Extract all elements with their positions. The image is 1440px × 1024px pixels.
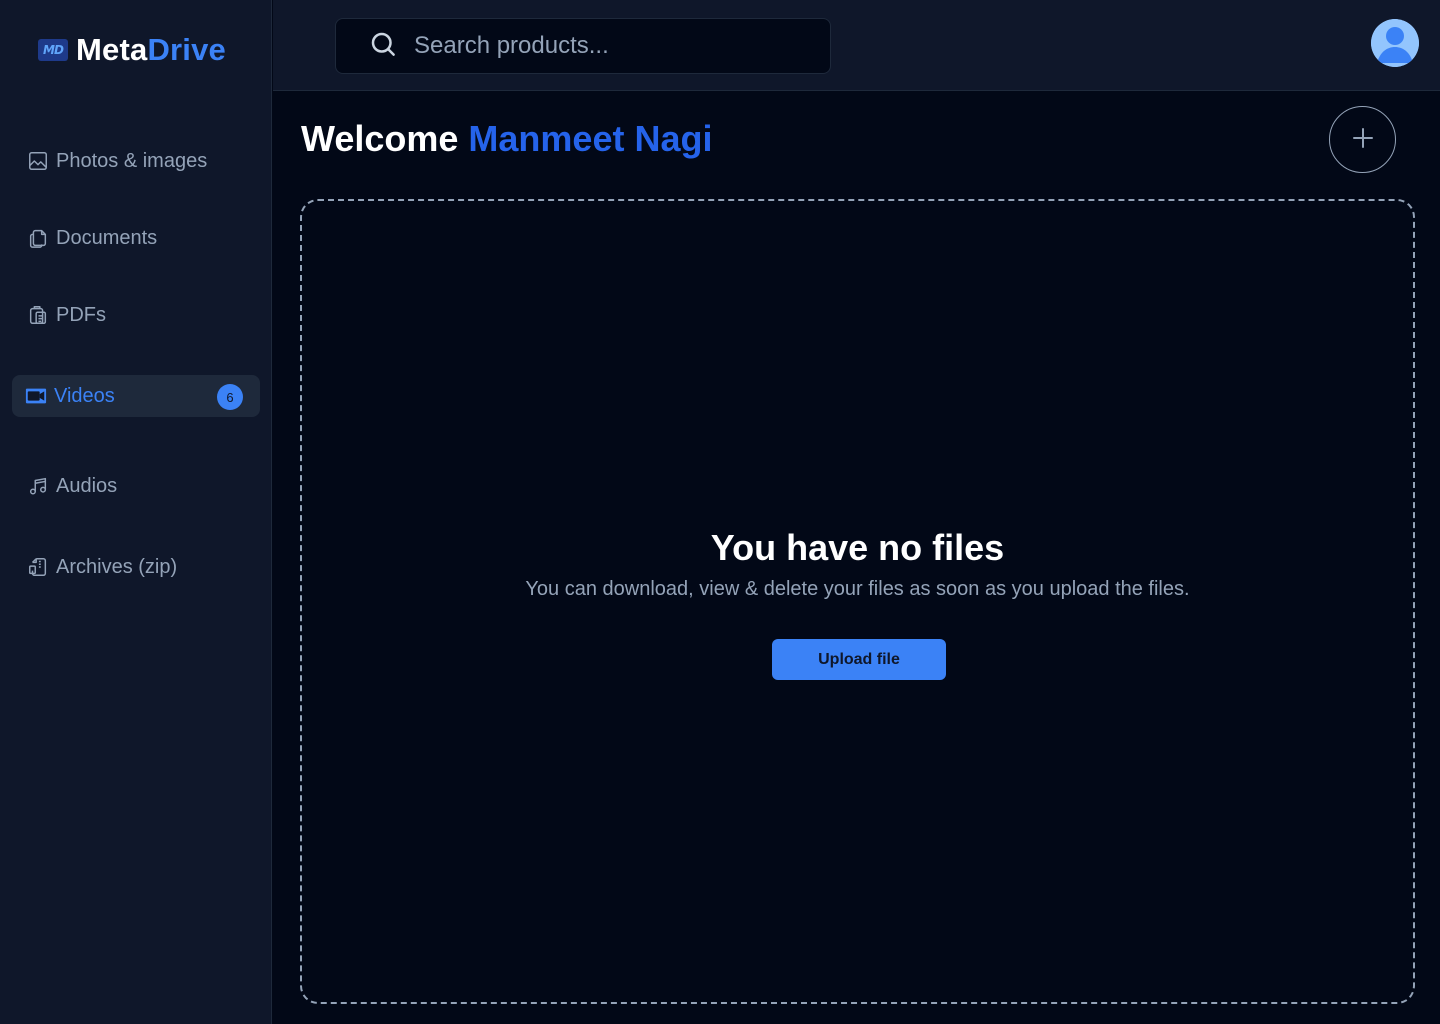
sidebar-item-label: Audios [56, 474, 118, 497]
upload-file-button[interactable]: Upload file [772, 639, 946, 680]
user-avatar-icon[interactable] [1371, 19, 1419, 67]
file-dropzone[interactable]: You have no files You can download, view… [300, 199, 1415, 1004]
sidebar-item-label: Videos [54, 384, 115, 407]
top-bar [273, 0, 1440, 91]
plus-icon [1352, 127, 1374, 152]
user-name: Manmeet Nagi [468, 118, 713, 159]
sidebar-item-audios[interactable]: Audios [12, 465, 260, 507]
page-title: Welcome Manmeet Nagi [301, 118, 713, 159]
video-camera-icon [24, 384, 48, 408]
app-name: MetaDrive [76, 32, 226, 67]
sidebar: MD MetaDrive Photos & images Documents P… [0, 0, 272, 1024]
music-note-icon [26, 474, 50, 498]
search-icon [368, 29, 398, 64]
sidebar-item-archives[interactable]: Archives (zip) [12, 546, 260, 588]
sidebar-item-label: Photos & images [56, 149, 208, 172]
count-badge: 6 [217, 384, 243, 410]
pdf-icon [26, 303, 50, 327]
sidebar-item-photos[interactable]: Photos & images [12, 140, 260, 182]
archive-icon [26, 555, 50, 579]
sidebar-item-label: PDFs [56, 303, 106, 326]
sidebar-item-label: Archives (zip) [56, 555, 178, 578]
add-file-button[interactable] [1329, 106, 1396, 173]
app-logo[interactable]: MD MetaDrive [38, 30, 226, 70]
sidebar-item-pdfs[interactable]: PDFs [12, 294, 260, 336]
sidebar-item-label: Documents [56, 226, 158, 249]
empty-state-title: You have no files [710, 527, 1005, 568]
logo-mark-icon: MD [38, 39, 68, 61]
search-bar[interactable] [335, 18, 831, 74]
image-icon [26, 149, 50, 173]
sidebar-item-videos[interactable]: Videos 6 [12, 375, 260, 417]
documents-icon [26, 226, 50, 250]
empty-state-subtitle: You can download, view & delete your fil… [525, 578, 1190, 600]
search-input[interactable] [414, 32, 814, 60]
sidebar-item-documents[interactable]: Documents [12, 217, 260, 259]
